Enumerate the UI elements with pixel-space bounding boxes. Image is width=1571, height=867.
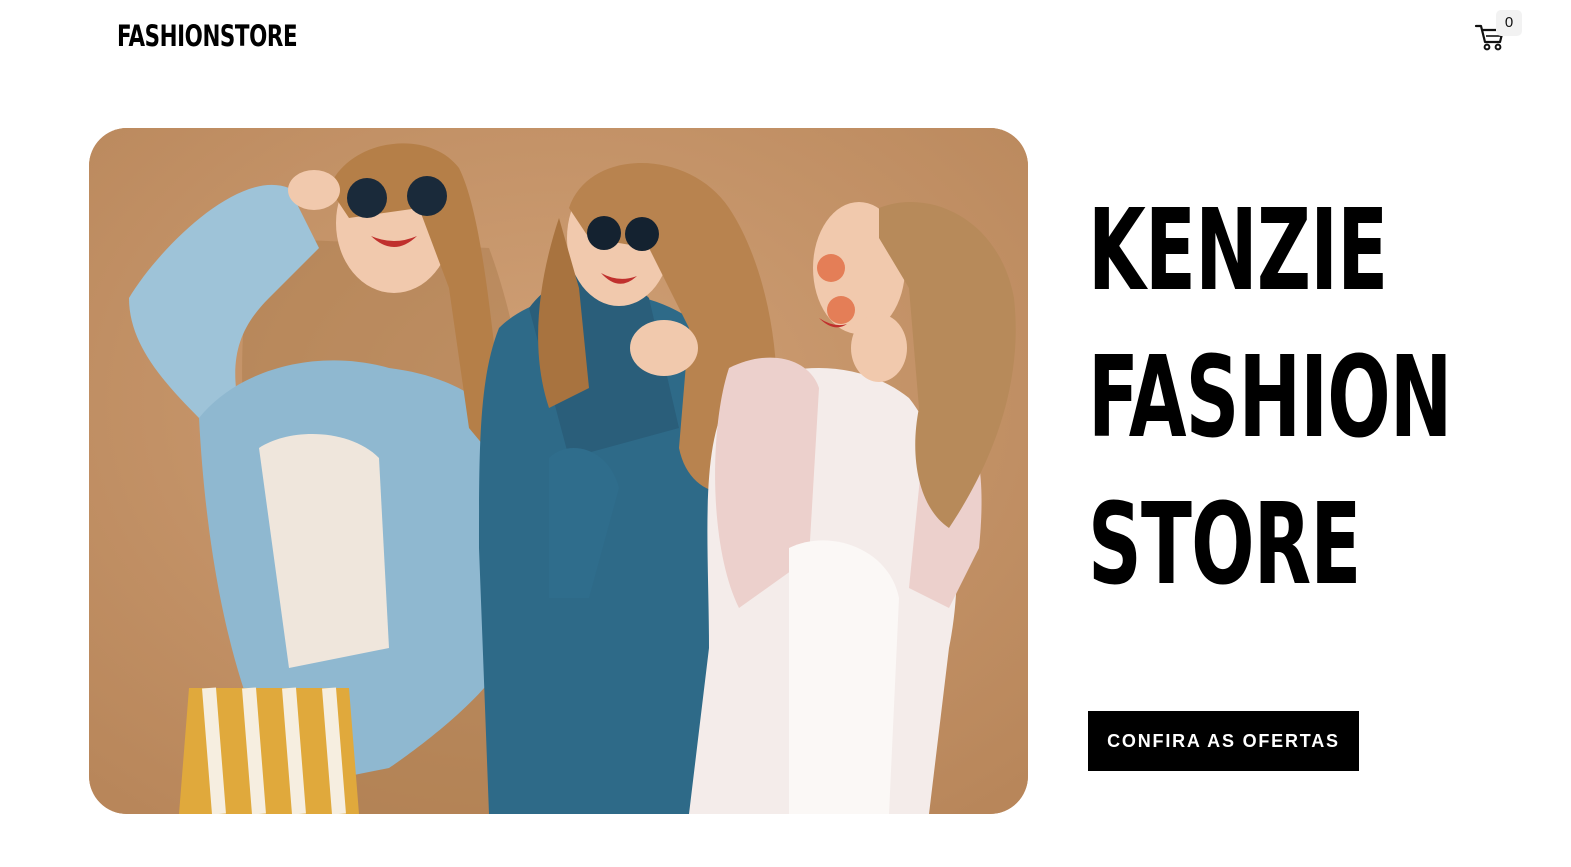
hero-title-line-3: STORE: [1088, 480, 1361, 610]
page: FASHIONSTORE 0 KENZIE FASHION STORE CONF…: [0, 0, 1571, 867]
cart-count-badge: 0: [1496, 10, 1522, 36]
hero-title-line-2: FASHION: [1088, 333, 1452, 463]
hero-title: KENZIE FASHION STORE: [1088, 178, 1452, 619]
hero-title-line-1: KENZIE: [1088, 186, 1388, 316]
hero-photo: [89, 128, 1028, 814]
brand-logo[interactable]: FASHIONSTORE: [117, 18, 298, 54]
see-offers-button[interactable]: CONFIRA AS OFERTAS: [1088, 711, 1359, 771]
site-header: FASHIONSTORE 0: [0, 0, 1571, 74]
